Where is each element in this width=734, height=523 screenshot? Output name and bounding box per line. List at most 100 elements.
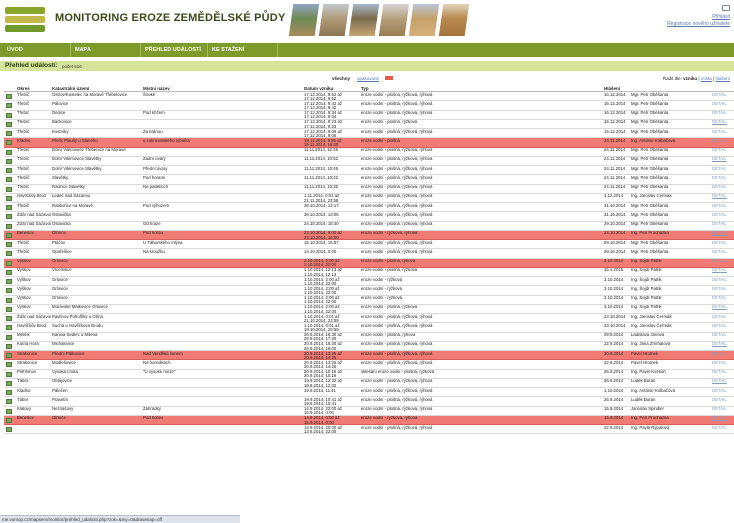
map-pin-icon[interactable] bbox=[6, 362, 12, 368]
cell-datum: 30.10.2014, 13:05 bbox=[304, 212, 339, 217]
map-pin-icon[interactable] bbox=[6, 149, 12, 155]
map-pin-icon[interactable] bbox=[6, 399, 12, 405]
map-pin-icon[interactable] bbox=[6, 316, 12, 321]
login-link[interactable]: Přihlásit bbox=[640, 14, 730, 21]
map-pin-icon[interactable] bbox=[6, 306, 12, 312]
map-pin-icon[interactable] bbox=[6, 427, 12, 432]
map-pin-icon[interactable] bbox=[6, 408, 12, 414]
detail-link[interactable]: DETAIL bbox=[712, 249, 732, 254]
detail-link[interactable]: DETAIL bbox=[712, 416, 732, 421]
map-pin-icon[interactable] bbox=[6, 112, 12, 118]
detail-link[interactable]: DETAIL bbox=[712, 407, 732, 412]
map-pin-icon[interactable] bbox=[6, 205, 12, 210]
col-typ[interactable]: Typ bbox=[361, 86, 369, 91]
sort-vzniku[interactable]: vzniku bbox=[683, 76, 697, 81]
map-pin-icon[interactable] bbox=[6, 103, 12, 109]
detail-link[interactable]: DETAIL bbox=[712, 212, 732, 217]
cell-katastr: Michalovice bbox=[52, 341, 75, 347]
detail-link[interactable]: DETAIL bbox=[712, 101, 732, 106]
register-link[interactable]: Registrace nového uživatele bbox=[640, 21, 730, 28]
detail-link[interactable]: DETAIL bbox=[712, 370, 732, 375]
map-pin-icon[interactable] bbox=[6, 260, 12, 266]
map-pin-icon[interactable] bbox=[6, 343, 12, 349]
map-pin-icon[interactable] bbox=[6, 417, 12, 423]
map-pin-icon[interactable] bbox=[6, 334, 12, 340]
detail-link[interactable]: DETAIL bbox=[712, 222, 732, 227]
map-pin-icon[interactable] bbox=[6, 168, 12, 173]
detail-link[interactable]: DETAIL bbox=[712, 305, 732, 310]
col-mistni-nazev[interactable]: Místní název bbox=[143, 86, 170, 91]
table-row: Třebíč Radčice Slavětky Na padělcích 11.11.… bbox=[4, 185, 734, 194]
detail-link[interactable]: DETAIL bbox=[712, 231, 732, 236]
filter-all[interactable]: všechny bbox=[332, 76, 350, 81]
cell-okres: Třebíč bbox=[17, 156, 30, 162]
map-pin-icon[interactable] bbox=[6, 353, 12, 358]
sort-mista[interactable]: místa bbox=[701, 76, 712, 81]
col-okres[interactable]: Okres bbox=[17, 86, 30, 91]
detail-link[interactable]: DETAIL bbox=[712, 425, 732, 430]
nav-item-prehled[interactable]: PŘEHLED UDÁLOSTÍ bbox=[141, 43, 208, 57]
map-pin-icon[interactable] bbox=[6, 232, 12, 238]
nav-item-ke-stazeni[interactable]: KE STAŽENÍ bbox=[208, 43, 278, 57]
map-pin-icon[interactable] bbox=[6, 177, 12, 183]
map-pin-icon[interactable] bbox=[6, 131, 12, 136]
detail-link[interactable]: DETAIL bbox=[712, 185, 732, 190]
map-pin-icon[interactable] bbox=[6, 214, 12, 220]
map-pin-icon[interactable] bbox=[6, 195, 12, 201]
map-pin-icon[interactable] bbox=[6, 380, 12, 386]
detail-link[interactable]: DETAIL bbox=[712, 379, 732, 384]
col-hlaseni[interactable]: Hlášení bbox=[604, 86, 620, 91]
detail-link[interactable]: DETAIL bbox=[712, 277, 732, 282]
map-pin-icon[interactable] bbox=[6, 279, 12, 284]
detail-link[interactable]: DETAIL bbox=[712, 157, 732, 162]
cell-okres: Benešov bbox=[17, 230, 34, 236]
detail-link[interactable]: DETAIL bbox=[712, 314, 732, 319]
detail-link[interactable]: DETAIL bbox=[712, 92, 732, 97]
map-pin-icon[interactable] bbox=[6, 325, 12, 331]
map-pin-icon[interactable] bbox=[6, 94, 12, 99]
detail-link[interactable]: DETAIL bbox=[712, 296, 732, 301]
filter-repeated[interactable]: opakované bbox=[357, 76, 379, 81]
detail-link[interactable]: DETAIL bbox=[712, 342, 732, 347]
map-pin-icon[interactable] bbox=[6, 121, 12, 127]
detail-link[interactable]: DETAIL bbox=[712, 129, 732, 134]
site-logo[interactable] bbox=[5, 7, 45, 33]
detail-link[interactable]: DETAIL bbox=[712, 268, 732, 273]
detail-link[interactable]: DETAIL bbox=[712, 351, 732, 356]
detail-link[interactable]: DETAIL bbox=[712, 138, 732, 143]
detail-link[interactable]: DETAIL bbox=[712, 397, 732, 402]
detail-link[interactable]: DETAIL bbox=[712, 388, 732, 393]
map-pin-icon[interactable] bbox=[6, 223, 12, 229]
detail-link[interactable]: DETAIL bbox=[712, 333, 732, 338]
map-pin-icon[interactable] bbox=[6, 158, 12, 164]
map-pin-icon[interactable] bbox=[6, 186, 12, 192]
detail-link[interactable]: DETAIL bbox=[712, 175, 732, 180]
map-pin-icon[interactable] bbox=[6, 140, 12, 146]
col-datum[interactable]: Datum vzniku bbox=[304, 86, 333, 91]
detail-link[interactable]: DETAIL bbox=[712, 240, 732, 245]
detail-link[interactable]: DETAIL bbox=[712, 203, 732, 208]
detail-link[interactable]: DETAIL bbox=[712, 286, 732, 291]
sort-hlaseni[interactable]: hlášení bbox=[715, 76, 730, 81]
detail-link[interactable]: DETAIL bbox=[712, 323, 732, 328]
map-pin-icon[interactable] bbox=[6, 251, 12, 257]
detail-link[interactable]: DETAIL bbox=[712, 166, 732, 171]
map-pin-icon[interactable] bbox=[6, 288, 12, 294]
detail-link[interactable]: DETAIL bbox=[712, 148, 732, 153]
map-pin-icon[interactable] bbox=[6, 297, 12, 303]
detail-link[interactable]: DETAIL bbox=[712, 259, 732, 264]
map-pin-icon[interactable] bbox=[6, 269, 12, 275]
detail-link[interactable]: DETAIL bbox=[712, 360, 732, 365]
detail-link[interactable]: DETAIL bbox=[712, 194, 732, 199]
map-pin-icon[interactable] bbox=[6, 390, 12, 395]
cell-mistni-nazev: u cukrovarského rybníka bbox=[143, 138, 190, 143]
cell-okres: Mělník bbox=[17, 332, 30, 337]
map-pin-icon[interactable] bbox=[6, 242, 12, 247]
cell-datum: 19.9.2014, 12:32 až 19.9.2014, 12:32 bbox=[304, 378, 342, 388]
map-pin-icon[interactable] bbox=[6, 371, 12, 377]
col-katastr[interactable]: Katastrální území bbox=[52, 86, 89, 91]
detail-link[interactable]: DETAIL bbox=[712, 111, 732, 116]
nav-item-uvod[interactable]: ÚVOD bbox=[3, 43, 71, 57]
nav-item-mapa[interactable]: MAPA bbox=[71, 43, 141, 57]
detail-link[interactable]: DETAIL bbox=[712, 120, 732, 125]
